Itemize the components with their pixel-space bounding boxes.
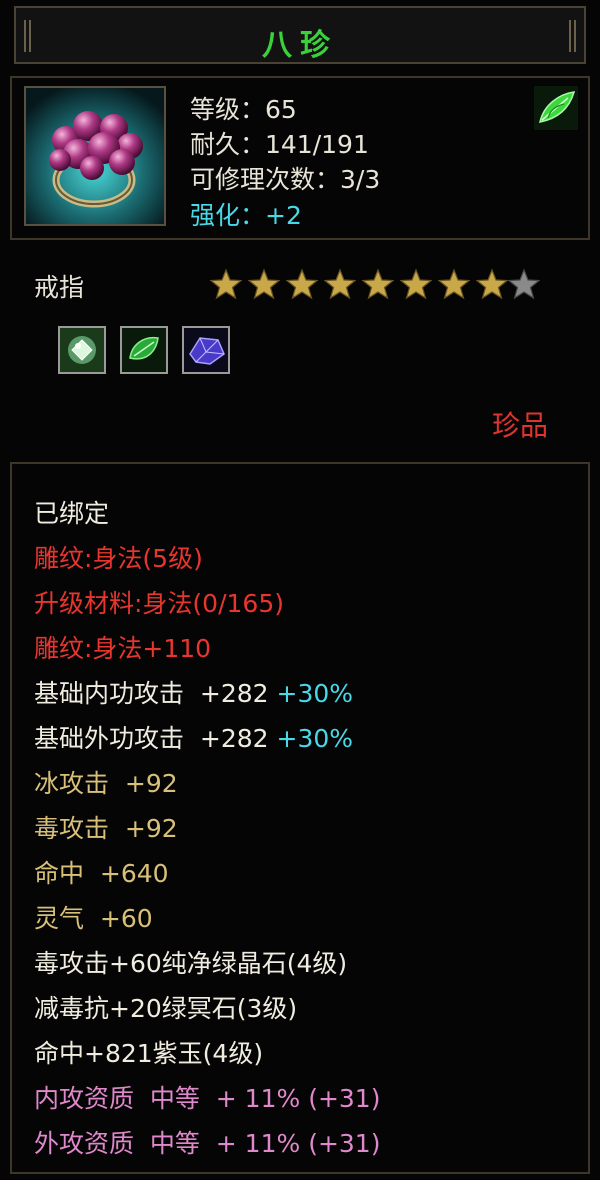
ring-icon [26,88,164,224]
outer-attack-value: 基础外功攻击 +282 [34,724,269,753]
gem-slot-2[interactable] [120,326,168,374]
item-durability: 耐久：141/191 [190,130,369,159]
star-filled-icon [210,268,242,300]
gem-bonus-1: 毒攻击+60纯净绿晶石(4级) [34,949,348,978]
engrave-line: 雕纹:身法(5级) [34,544,203,573]
star-filled-icon [438,268,470,300]
gem-bonus-2: 减毒抗+20绿冥石(3级) [34,994,298,1023]
engrave-bonus-line: 雕纹:身法+110 [34,634,212,663]
bound-status: 已绑定 [34,499,110,528]
inner-quality-line: 内攻资质 中等 + 11% (+31) [34,1084,381,1113]
outer-attack-percent: +30% [276,724,354,753]
spirit-line: 灵气 +60 [34,904,153,933]
star-filled-icon [248,268,280,300]
inner-attack-line: 基础内功攻击 +282 +30% [34,674,353,710]
title-bar: 八珍 [14,6,586,64]
star-filled-icon [362,268,394,300]
item-level: 等级：65 [190,95,297,124]
hit-line: 命中 +640 [34,859,169,888]
item-name: 八珍 [262,28,338,63]
outer-quality-line: 外攻资质 中等 + 11% (+31) [34,1129,381,1158]
item-tooltip: 八珍 等级：65 耐久：141/191 可修理次数：3/3 强化：+2 戒指 珍… [0,0,600,1180]
star-filled-icon [476,268,508,300]
outer-attack-line: 基础外功攻击 +282 +30% [34,719,353,755]
gem-bonus-3: 命中+821紫玉(4级) [34,1039,264,1068]
star-filled-icon [324,268,356,300]
green-leaf-icon [534,86,578,130]
inner-attack-value: 基础内功攻击 +282 [34,679,269,708]
item-repair-count: 可修理次数：3/3 [190,165,381,194]
star-filled-icon [286,268,318,300]
poison-attack-line: 毒攻击 +92 [34,814,178,843]
item-icon-frame [24,86,166,226]
item-enhance-level: 强化：+2 [190,201,302,230]
item-type: 戒指 [34,273,85,302]
white-gem-icon [60,328,104,372]
item-rarity: 珍品 [492,409,549,442]
star-filled-icon [400,268,432,300]
inner-attack-percent: +30% [276,679,354,708]
gem-slot-1[interactable] [58,326,106,374]
purple-gem-icon [184,328,228,372]
gem-slot-3[interactable] [182,326,230,374]
ice-attack-line: 冰攻击 +92 [34,769,178,798]
star-empty-icon [508,268,540,300]
upgrade-material-line: 升级材料:身法(0/165) [34,589,284,618]
green-gem-icon [122,328,166,372]
